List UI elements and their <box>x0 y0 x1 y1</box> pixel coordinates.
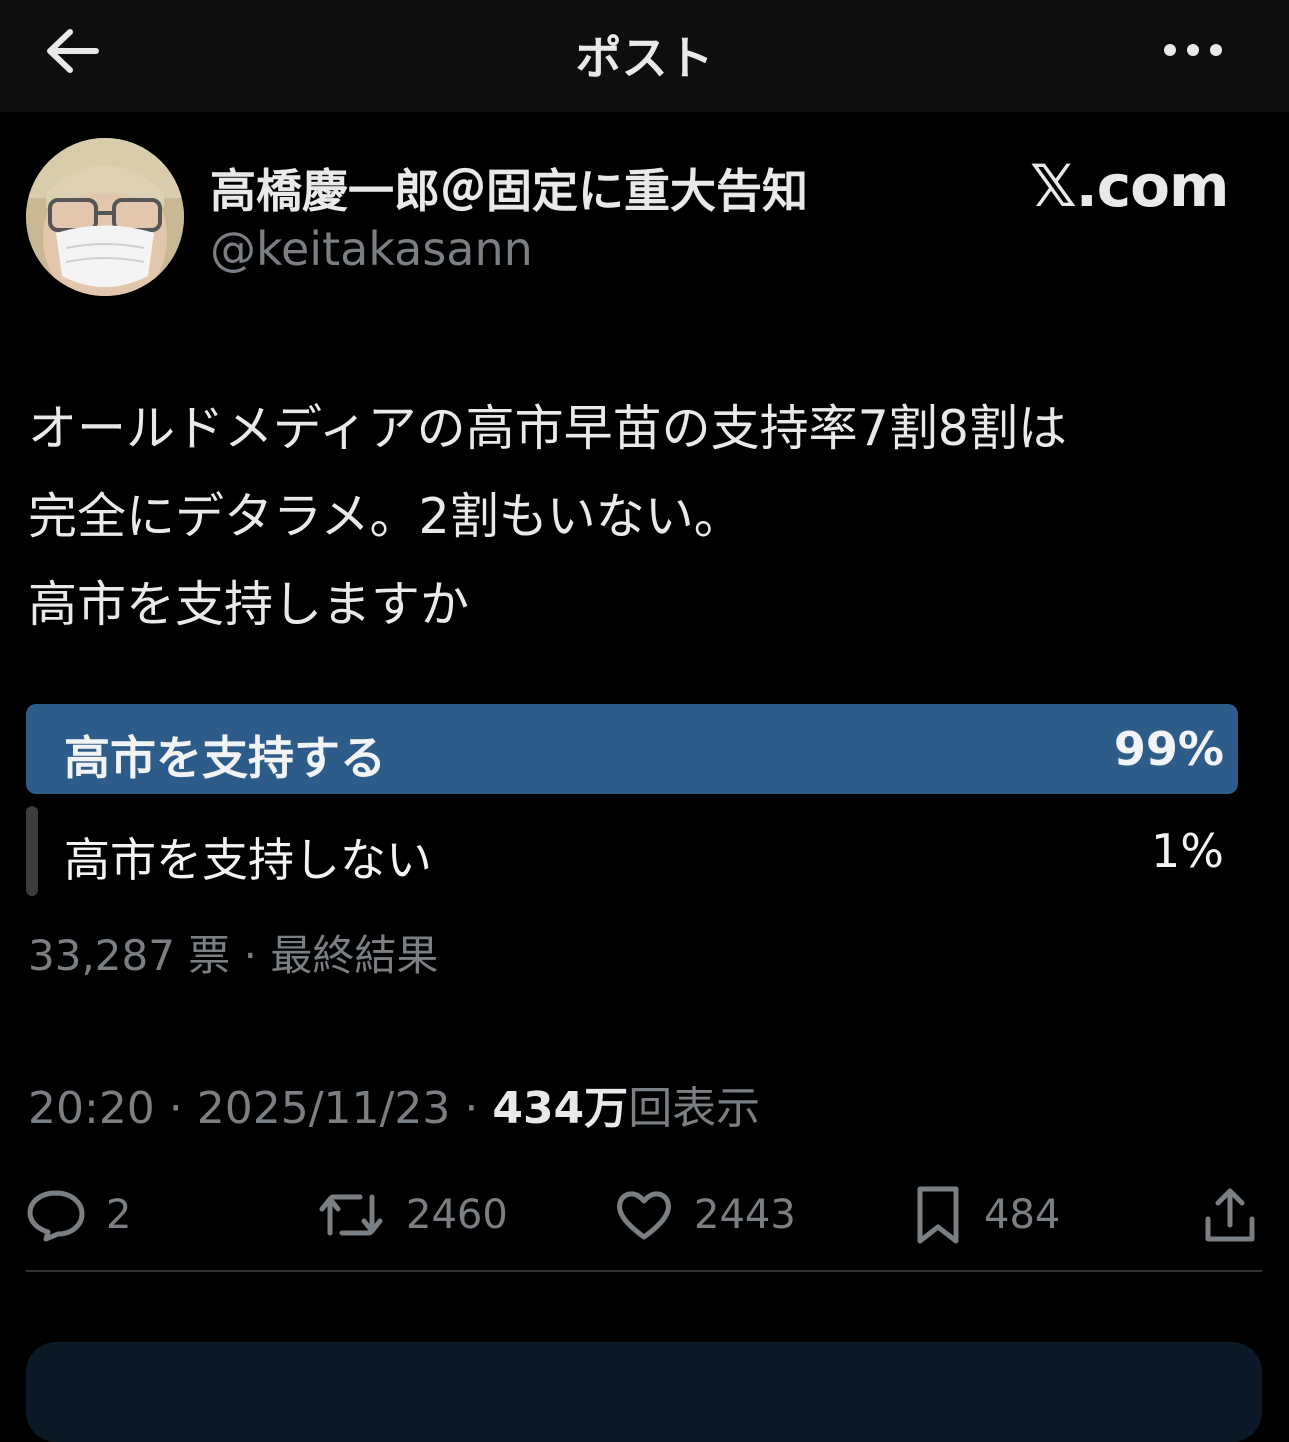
reply-button[interactable]: 2 <box>26 1183 131 1247</box>
author-handle[interactable]: @keitakasann <box>210 222 533 276</box>
post-text-line: オールドメディアの高市早苗の支持率7割8割は <box>28 400 1067 457</box>
bookmark-button[interactable]: 484 <box>912 1183 1060 1247</box>
poll-option-percent: 1% <box>1151 824 1224 878</box>
more-icon[interactable] <box>1160 30 1230 70</box>
top-bar: ポスト <box>0 0 1289 112</box>
poll-option-label: 高市を支持する <box>64 731 386 785</box>
poll-option-percent: 99% <box>1113 722 1224 776</box>
page-title: ポスト <box>575 31 714 85</box>
reply-composer-card[interactable] <box>26 1342 1262 1442</box>
share-button[interactable] <box>1202 1183 1258 1247</box>
repost-icon <box>319 1194 383 1236</box>
repost-count: 2460 <box>406 1192 508 1238</box>
post-timestamp: 20:20 · 2025/11/23 · 434万回表示 <box>28 1072 760 1136</box>
time-date: 20:20 · 2025/11/23 · <box>28 1083 493 1134</box>
watermark-logo: 𝕏.com <box>1030 152 1229 220</box>
post-text-line: 高市を支持しますか <box>28 576 470 633</box>
bookmark-icon <box>917 1186 959 1244</box>
avatar[interactable] <box>26 138 184 296</box>
reply-icon <box>27 1190 85 1242</box>
poll-bar <box>26 806 38 896</box>
views-count[interactable]: 434万 <box>492 1083 628 1134</box>
like-button[interactable]: 2443 <box>614 1183 796 1247</box>
share-icon <box>1205 1188 1255 1242</box>
poll-option-support[interactable]: 高市を支持する 99% <box>26 704 1250 794</box>
like-count: 2443 <box>694 1192 796 1238</box>
author-name[interactable]: 高橋慶一郎＠固定に重大告知 <box>210 155 808 221</box>
like-icon <box>617 1191 671 1240</box>
poll-option-label: 高市を支持しない <box>64 833 432 887</box>
views-label: 回表示 <box>628 1083 761 1134</box>
poll-meta: 33,287 票 · 最終結果 <box>28 931 439 980</box>
divider <box>26 1270 1262 1272</box>
post-text-line: 完全にデタラメ。2割もいない。 <box>28 488 743 545</box>
repost-button[interactable]: 2460 <box>316 1183 508 1247</box>
reply-count: 2 <box>106 1192 132 1238</box>
post-text: オールドメディアの高市早苗の支持率7割8割は 完全にデタラメ。2割もいない。 高… <box>28 385 1258 649</box>
poll-option-oppose[interactable]: 高市を支持しない 1% <box>26 806 1250 896</box>
bookmark-count: 484 <box>984 1192 1061 1238</box>
